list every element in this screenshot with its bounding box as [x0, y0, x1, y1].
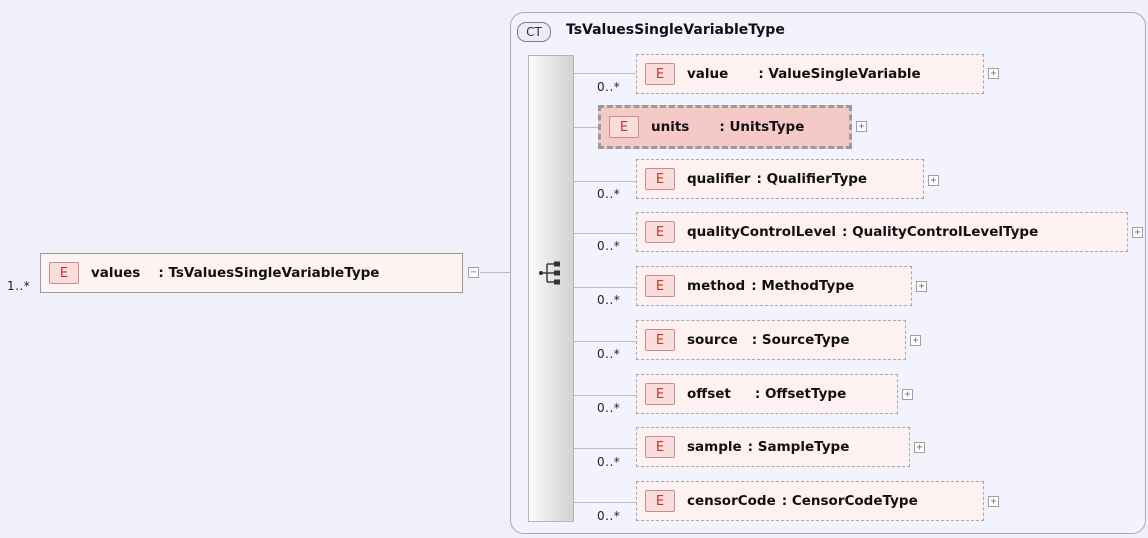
expand-icon[interactable]: +: [988, 68, 999, 79]
connector-line: [574, 448, 636, 449]
expand-icon[interactable]: +: [988, 496, 999, 507]
schema-diagram: 1..* E values : TsValuesSingleVariableTy…: [0, 0, 1148, 538]
sequence-compositor-icon[interactable]: [538, 260, 564, 286]
element-name: qualifier: [687, 171, 751, 187]
element-units[interactable]: E units : UnitsType: [598, 105, 852, 149]
element-type: : MethodType: [751, 278, 855, 294]
connector-line: [574, 73, 636, 74]
element-name: sample: [687, 439, 742, 455]
element-name: offset: [687, 386, 731, 402]
element-type: : SampleType: [747, 439, 850, 455]
element-type: : ValueSingleVariable: [758, 66, 921, 82]
element-badge: E: [645, 168, 675, 190]
child-multiplicity: 0..*: [597, 509, 621, 523]
child-multiplicity: 0..*: [597, 401, 621, 415]
expand-icon[interactable]: +: [902, 389, 913, 400]
child-multiplicity: 0..*: [597, 187, 621, 201]
child-multiplicity: 0..*: [597, 80, 621, 94]
connector-line: [574, 502, 636, 503]
element-name: values: [91, 265, 141, 281]
element-censorcode[interactable]: E censorCode : CensorCodeType: [636, 481, 984, 521]
root-multiplicity: 1..*: [7, 279, 31, 293]
expand-icon[interactable]: +: [1132, 227, 1143, 238]
connector-line: [574, 127, 598, 128]
element-badge: E: [49, 262, 79, 284]
child-multiplicity: 0..*: [597, 293, 621, 307]
element-type: : TsValuesSingleVariableType: [158, 265, 380, 281]
element-name: source: [687, 332, 738, 348]
element-badge: E: [645, 221, 675, 243]
connector-line: [574, 233, 636, 234]
element-badge: E: [645, 490, 675, 512]
element-sample[interactable]: E sample : SampleType: [636, 427, 910, 467]
complex-type-badge: CT: [517, 22, 551, 42]
connector-line: [574, 287, 636, 288]
element-name: value: [687, 66, 729, 82]
expand-icon[interactable]: +: [910, 335, 921, 346]
connector-line: [574, 395, 636, 396]
expand-icon[interactable]: +: [928, 175, 939, 186]
element-name: units: [651, 119, 690, 135]
element-name: qualityControlLevel: [687, 224, 837, 240]
connector-line: [574, 181, 636, 182]
collapse-icon[interactable]: −: [468, 267, 479, 278]
element-qualitycontrollevel[interactable]: E qualityControlLevel : QualityControlLe…: [636, 212, 1128, 252]
element-type: : QualityControlLevelType: [842, 224, 1039, 240]
element-type: : CensorCodeType: [781, 493, 918, 509]
element-method[interactable]: E method : MethodType: [636, 266, 912, 306]
expand-icon[interactable]: +: [916, 281, 927, 292]
element-value[interactable]: E value : ValueSingleVariable: [636, 54, 984, 94]
element-name: method: [687, 278, 746, 294]
sequence-bar: [528, 55, 574, 522]
child-multiplicity: 0..*: [597, 455, 621, 469]
child-multiplicity: 0..*: [597, 239, 621, 253]
connector-line: [574, 341, 636, 342]
element-badge: E: [645, 275, 675, 297]
element-values[interactable]: E values : TsValuesSingleVariableType: [40, 253, 463, 293]
element-badge: E: [645, 436, 675, 458]
element-offset[interactable]: E offset : OffsetType: [636, 374, 898, 414]
expand-icon[interactable]: +: [914, 442, 925, 453]
element-type: : QualifierType: [756, 171, 868, 187]
element-source[interactable]: E source : SourceType: [636, 320, 906, 360]
element-badge: E: [645, 383, 675, 405]
complex-type-title: TsValuesSingleVariableType: [566, 22, 785, 38]
element-qualifier[interactable]: E qualifier : QualifierType: [636, 159, 924, 199]
element-type: : UnitsType: [719, 119, 805, 135]
element-type: : OffsetType: [754, 386, 847, 402]
expand-icon[interactable]: +: [856, 121, 867, 132]
child-multiplicity: 0..*: [597, 347, 621, 361]
element-name: censorCode: [687, 493, 776, 509]
element-badge: E: [645, 329, 675, 351]
element-badge: E: [645, 63, 675, 85]
element-type: : SourceType: [751, 332, 850, 348]
element-badge: E: [609, 116, 639, 138]
